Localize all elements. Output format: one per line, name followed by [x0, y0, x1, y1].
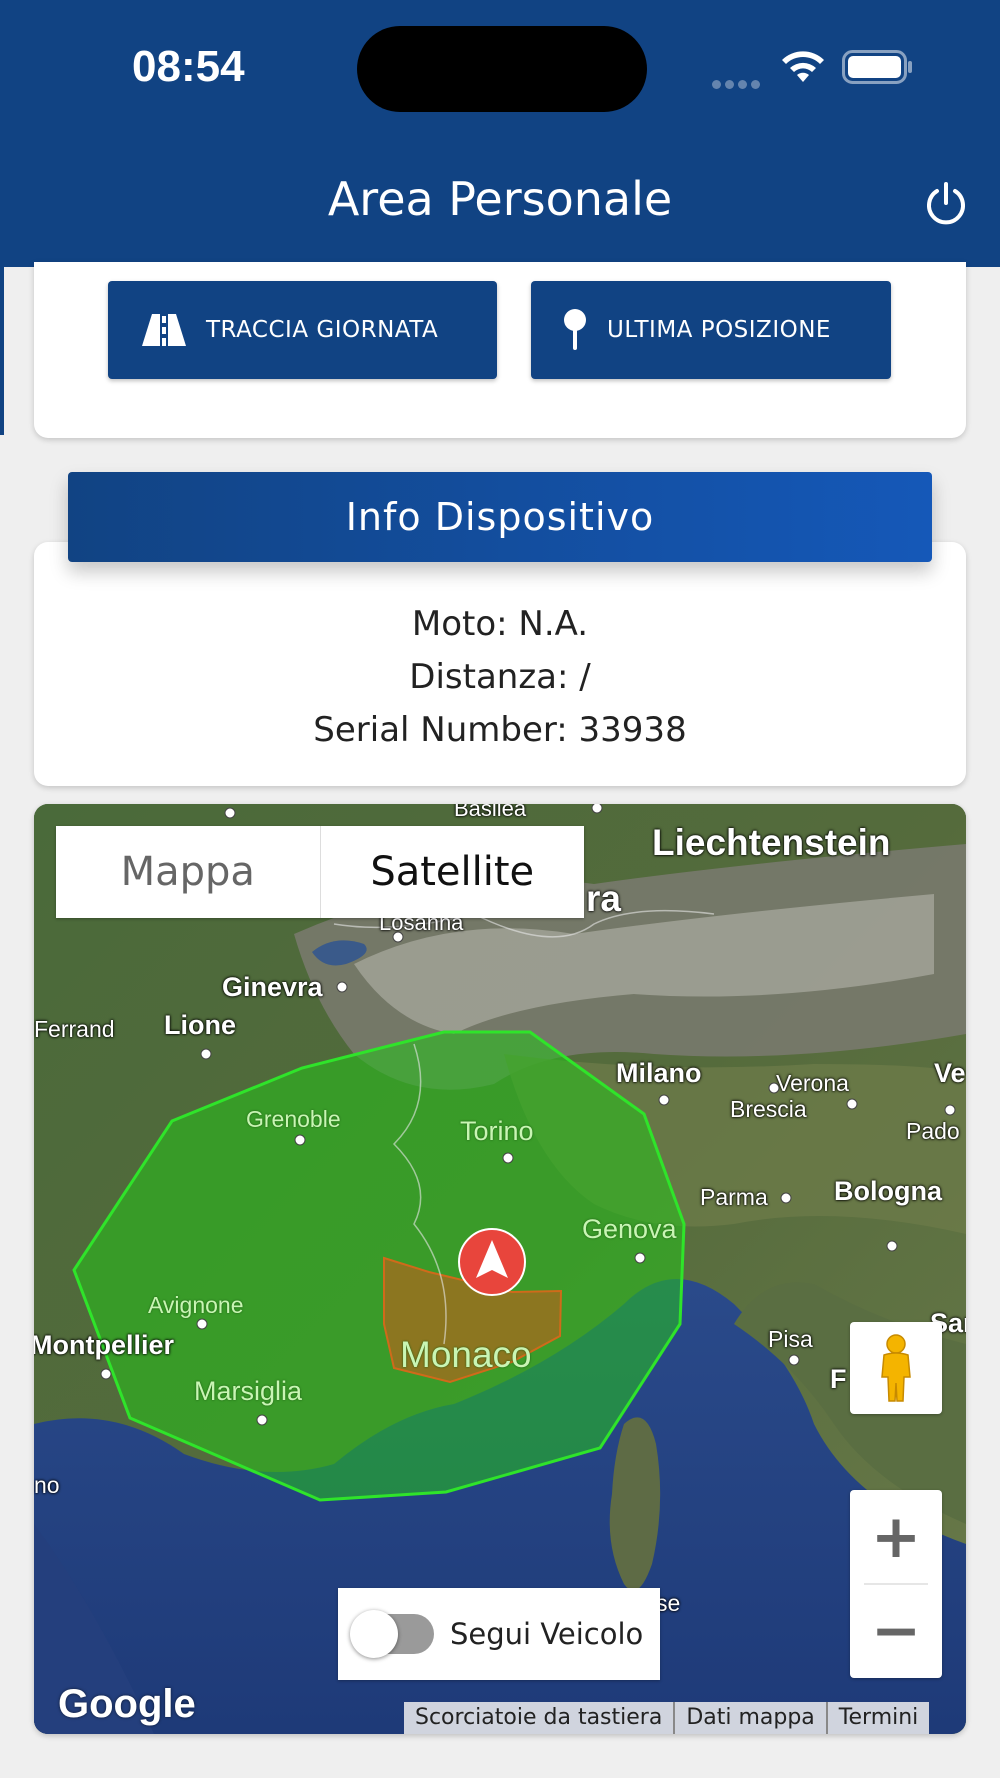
street-view-button[interactable]	[850, 1322, 942, 1414]
city-label: ra	[586, 878, 621, 919]
serial-number: Serial Number: 33938	[313, 710, 687, 750]
actions-card: TRACCIA GIORNATA ULTIMA POSIZIONE	[34, 262, 966, 438]
city-label: Lione	[164, 1010, 236, 1040]
city-label: Torino	[460, 1116, 534, 1146]
zoom-control: + −	[850, 1490, 942, 1678]
city-label: F	[830, 1364, 847, 1394]
dynamic-island	[357, 26, 647, 112]
follow-vehicle-label: Segui Veicolo	[450, 1617, 644, 1651]
city-label: Genova	[582, 1214, 677, 1244]
city-label: Bologna	[834, 1176, 942, 1206]
city-label: Basilea	[454, 804, 527, 821]
map-data-link[interactable]: Dati mappa	[673, 1702, 825, 1734]
city-label: Ferrand	[34, 1016, 115, 1042]
cellular-signal-icon	[712, 74, 766, 89]
power-icon[interactable]	[922, 180, 970, 228]
background-edge	[0, 267, 4, 435]
google-logo: Google	[58, 1682, 196, 1726]
map-type-control: Mappa Satellite	[56, 826, 584, 918]
map-type-satellite-button[interactable]: Satellite	[321, 826, 585, 918]
city-label: Brescia	[730, 1096, 807, 1122]
app-header: 08:54 Area Personale	[0, 0, 1000, 267]
last-position-button[interactable]: ULTIMA POSIZIONE	[531, 281, 891, 379]
city-label: Grenoble	[246, 1106, 341, 1132]
city-label: Ginevra	[222, 972, 323, 1002]
city-label: Marsiglia	[194, 1376, 303, 1406]
map-type-map-button[interactable]: Mappa	[56, 826, 321, 918]
vehicle-marker-icon[interactable]	[458, 1228, 526, 1296]
map-pin-icon	[564, 309, 586, 350]
status-time: 08:54	[132, 42, 245, 91]
map-attribution: Scorciatoie da tastiera Dati mappa Termi…	[404, 1702, 930, 1734]
device-info-card: Moto: N.A. Distanza: / Serial Number: 33…	[34, 542, 966, 786]
keyboard-shortcuts-link[interactable]: Scorciatoie da tastiera	[404, 1702, 673, 1734]
zoom-in-button[interactable]: +	[850, 1490, 942, 1584]
city-label: no	[34, 1472, 60, 1498]
battery-icon	[842, 50, 912, 84]
city-label: Ve	[934, 1058, 966, 1088]
moto-value: Moto: N.A.	[411, 604, 589, 644]
device-info-header: Info Dispositivo	[68, 472, 932, 562]
terms-link[interactable]: Termini	[825, 1702, 930, 1734]
track-day-label: TRACCIA GIORNATA	[206, 317, 439, 343]
follow-vehicle-toggle[interactable]	[350, 1610, 434, 1658]
distance-value: Distanza: /	[409, 657, 591, 697]
wifi-icon	[782, 51, 824, 82]
city-label: Pisa	[768, 1326, 813, 1352]
page-title: Area Personale	[327, 172, 673, 226]
city-label: Montpellier	[34, 1330, 175, 1360]
city-label: Parma	[700, 1184, 768, 1210]
city-label: Pado	[906, 1118, 960, 1144]
follow-vehicle-control: Segui Veicolo	[338, 1588, 660, 1680]
track-day-button[interactable]: TRACCIA GIORNATA	[108, 281, 497, 379]
city-label: Milano	[616, 1058, 702, 1088]
road-icon	[142, 314, 186, 346]
country-label: Liechtenstein	[652, 822, 891, 863]
last-position-label: ULTIMA POSIZIONE	[607, 317, 831, 343]
city-label: Verona	[776, 1070, 849, 1096]
city-label: Avignone	[148, 1292, 244, 1318]
zoom-out-button[interactable]: −	[850, 1584, 942, 1678]
toggle-knob	[350, 1610, 398, 1658]
zoom-divider	[864, 1583, 928, 1585]
pegman-icon	[881, 1334, 911, 1402]
city-label: Monaco	[400, 1334, 532, 1375]
map-view[interactable]: Basilea Liechtenstein ra Losanna Ginevra…	[34, 804, 966, 1734]
